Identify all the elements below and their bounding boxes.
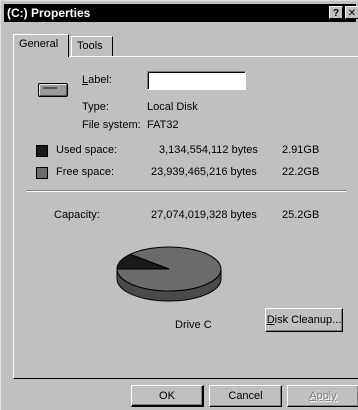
capacity-size: 25.2GB [282, 209, 320, 221]
capacity-caption: Capacity: [54, 209, 100, 221]
disk-cleanup-label: Disk Cleanup... [266, 314, 342, 326]
used-space-caption: Used space: [56, 144, 118, 156]
type-value: Local Disk [147, 101, 198, 113]
tab-tools[interactable]: Tools [71, 36, 113, 56]
label-input[interactable] [147, 71, 246, 90]
used-space-swatch [36, 145, 48, 157]
general-panel: Label: Type: Local Disk File system: FAT… [13, 56, 358, 379]
apply-button[interactable]: Apply [287, 385, 358, 407]
type-caption: Type: [82, 101, 109, 113]
label-caption: Label: [82, 74, 112, 86]
hard-drive-icon [38, 83, 68, 97]
disk-cleanup-button[interactable]: Disk Cleanup... [265, 308, 343, 332]
title-bar: (C:) Properties ? ✕ [4, 4, 358, 22]
used-space-size: 2.91GB [282, 144, 320, 156]
free-space-bytes: 23,939,465,216 bytes [151, 166, 257, 178]
cancel-button[interactable]: Cancel [209, 385, 282, 407]
tab-tools-label: Tools [77, 40, 103, 52]
drive-caption: Drive C [175, 319, 212, 331]
ok-button[interactable]: OK [131, 385, 204, 407]
help-button[interactable]: ? [329, 6, 343, 19]
free-space-caption: Free space: [56, 166, 115, 178]
free-space-swatch [36, 167, 48, 179]
free-space-size: 22.2GB [282, 166, 320, 178]
tab-general[interactable]: General [13, 34, 69, 57]
capacity-bytes: 27,074,019,328 bytes [151, 209, 257, 221]
file-system-caption: File system: [82, 119, 141, 131]
used-space-bytes: 3,134,554,112 bytes [159, 144, 258, 156]
disk-usage-pie-chart [116, 246, 222, 302]
close-button[interactable]: ✕ [345, 6, 358, 19]
divider [26, 190, 346, 192]
tab-general-label: General [19, 38, 59, 50]
apply-label: Apply [309, 390, 337, 402]
ok-label: OK [159, 390, 175, 402]
window-title: (C:) Properties [7, 6, 91, 20]
cancel-label: Cancel [228, 390, 263, 402]
file-system-value: FAT32 [147, 119, 179, 131]
properties-window: (C:) Properties ? ✕ General Tools Label:… [0, 0, 358, 410]
